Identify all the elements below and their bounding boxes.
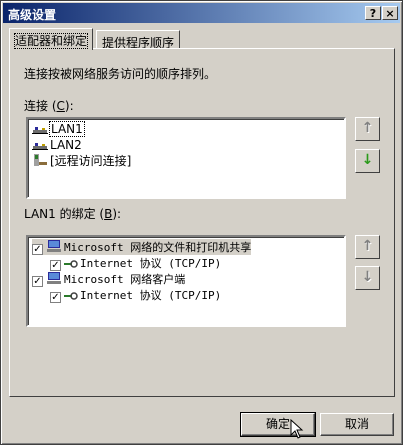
list-item[interactable]: ✓ Internet 协议 (TCP/IP) [50,287,221,303]
list-item[interactable]: ✓ Microsoft 网络的文件和打印机共享 [32,239,252,255]
remote-access-icon [32,153,48,171]
tab-provider-order[interactable]: 提供程序顺序 [96,30,181,50]
title-bar[interactable]: 高级设置 ? × [3,3,400,23]
connection-label: LAN2 [50,138,82,152]
list-item[interactable]: ✓ Microsoft 网络客户端 [32,271,185,287]
cancel-button[interactable]: 取消 [320,413,394,436]
list-item[interactable]: [远程访问连接] [32,153,131,169]
binding-label: Internet 协议 (TCP/IP) [80,289,222,302]
cancel-button-label: 取消 [344,417,369,431]
binding-checkbox[interactable]: ✓ [32,244,43,255]
help-button[interactable]: ? [365,6,381,20]
tab-panel: 连接按被网络服务访问的顺序排列。 连接 (C): LAN1 LAN2 [远程访问… [9,48,395,397]
close-button[interactable]: × [382,6,398,20]
bindings-listbox[interactable]: ✓ Microsoft 网络的文件和打印机共享 ✓ Internet 协议 (T… [26,235,346,327]
connections-listbox[interactable]: LAN1 LAN2 [远程访问连接] [26,117,346,199]
binding-label: Internet 协议 (TCP/IP) [80,257,222,270]
description-text: 连接按被网络服务访问的顺序排列。 [24,67,217,81]
list-item[interactable]: LAN1 [32,121,85,137]
list-item[interactable]: ✓ Internet 协议 (TCP/IP) [50,255,221,271]
binding-label: Microsoft 网络客户端 [64,273,186,286]
mouse-cursor-icon [290,419,304,439]
connection-label: LAN1 [49,121,85,137]
arrow-down-icon: ↓ [361,269,374,285]
arrow-up-icon: ↑ [361,120,374,136]
tab-adapters-bindings-label: 适配器和绑定 [13,33,89,49]
connection-label: [远程访问连接] [50,154,132,168]
binding-checkbox[interactable]: ✓ [32,276,43,287]
bindings-label: LAN1 的绑定 (B): [24,207,122,221]
protocol-icon [64,289,78,305]
ok-button-label: 确定 [265,417,290,431]
move-binding-down-button[interactable]: ↓ [355,266,380,290]
advanced-settings-dialog: 高级设置 ? × 适配器和绑定 提供程序顺序 连接按被网络服务访问的顺序排列。 … [0,0,403,445]
move-connection-up-button[interactable]: ↑ [355,117,380,141]
arrow-up-icon: ↑ [361,238,374,254]
window-title: 高级设置 [8,8,57,22]
connections-label: 连接 (C): [24,99,74,113]
arrow-down-icon: ↓ [361,152,374,168]
move-binding-up-button[interactable]: ↑ [355,235,380,259]
binding-label: Microsoft 网络的文件和打印机共享 [64,241,252,254]
binding-checkbox[interactable]: ✓ [50,260,61,271]
binding-checkbox[interactable]: ✓ [50,292,61,303]
list-item[interactable]: LAN2 [32,137,82,153]
tab-adapters-bindings[interactable]: 适配器和绑定 [9,28,94,50]
move-connection-down-button[interactable]: ↓ [355,149,380,173]
